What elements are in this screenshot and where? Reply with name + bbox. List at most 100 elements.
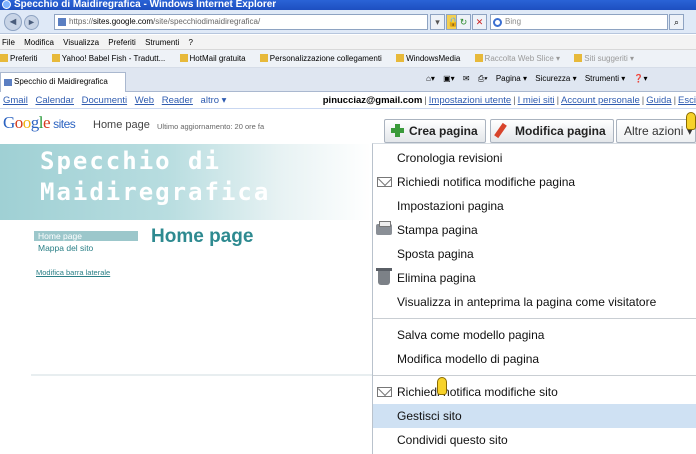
menu-sicurezza[interactable]: Sicurezza ▾ — [535, 74, 576, 83]
header-page-name: Home page — [93, 119, 150, 131]
page-icon — [4, 79, 12, 86]
favorites-item[interactable]: Raccolta Web Slice ▾ — [474, 50, 566, 67]
edit-sidebar-link[interactable]: Modifica barra laterale — [36, 268, 110, 277]
google-logo-text: Google — [3, 113, 51, 132]
sidebar-nav: Home page Mappa del sito — [34, 231, 138, 255]
page-icon — [58, 18, 66, 26]
plus-icon — [391, 124, 404, 137]
page-icon — [259, 54, 268, 62]
link-reader[interactable]: Reader — [162, 95, 193, 106]
address-bar[interactable]: https://sites.google.com/site/specchiodi… — [54, 14, 428, 30]
site-banner: Specchio di Maidiregrafica — [0, 144, 372, 220]
address-dropdown-button[interactable]: ▾ — [430, 14, 445, 30]
web-slice-icon — [474, 54, 483, 62]
menu-strumenti-cmd[interactable]: Strumenti ▾ — [585, 74, 625, 83]
link-web[interactable]: Web — [135, 95, 154, 106]
link-gmail[interactable]: Gmail — [3, 95, 28, 106]
menu-item-impostazioni-pagina[interactable]: Impostazioni pagina — [373, 194, 696, 218]
home-icon[interactable]: ⌂▾ — [426, 74, 435, 83]
google-bar: Gmail Calendar Documenti Web Reader altr… — [0, 93, 696, 109]
menu-separator — [373, 318, 696, 319]
ie-icon — [574, 54, 583, 62]
menu-item-anteprima[interactable]: Visualizza in anteprima la pagina come v… — [373, 290, 696, 314]
star-icon — [0, 54, 8, 62]
envelope-icon — [377, 177, 392, 187]
link-calendar[interactable]: Calendar — [35, 95, 74, 106]
link-documenti[interactable]: Documenti — [82, 95, 127, 106]
search-input[interactable]: Bing — [490, 14, 668, 30]
link-account-personale[interactable]: Account personale — [561, 95, 640, 106]
google-sites-logo[interactable]: Google sites — [3, 113, 76, 133]
menu-item-cronologia[interactable]: Cronologia revisioni — [373, 146, 696, 170]
yahoo-icon — [51, 54, 60, 62]
sidebar-item-mappa[interactable]: Mappa del sito — [34, 241, 138, 255]
favorites-item[interactable]: Personalizzazione collegamenti — [259, 50, 388, 67]
internet-explorer-icon — [2, 0, 11, 9]
user-email: pinucciaz@gmail.com — [322, 95, 423, 106]
favorites-item[interactable]: WindowsMedia — [396, 50, 466, 67]
create-page-button[interactable]: Crea pagina — [384, 119, 486, 143]
pencil-icon — [494, 122, 507, 139]
menu-help[interactable]: ? — [189, 38, 193, 47]
page-title: Home page — [151, 226, 254, 247]
last-updated: Ultimo aggiornamento: 20 ore fa — [157, 122, 265, 131]
menu-item-notifica-sito[interactable]: Richiedi notifica modifiche sito — [373, 380, 696, 404]
refresh-icon[interactable]: ↻ — [456, 14, 471, 30]
menu-pagina[interactable]: Pagina ▾ — [496, 74, 527, 83]
page-icon — [396, 54, 405, 62]
favorites-item[interactable]: Siti suggeriti ▾ — [574, 50, 640, 67]
menu-item-notifica-pagina[interactable]: Richiedi notifica modifiche pagina — [373, 170, 696, 194]
help-icon[interactable]: ❓▾ — [634, 74, 648, 83]
menu-bar: File Modifica Visualizza Preferiti Strum… — [0, 35, 696, 50]
menu-item-stampa[interactable]: Stampa pagina — [373, 218, 696, 242]
search-icon[interactable]: ⌕ — [669, 14, 684, 30]
link-altro[interactable]: altro ▾ — [201, 95, 227, 106]
feeds-icon[interactable]: ▣▾ — [443, 74, 455, 83]
mail-icon[interactable]: ✉ — [463, 74, 470, 83]
printer-icon — [376, 221, 392, 235]
envelope-icon — [377, 387, 392, 397]
forward-button[interactable]: ► — [24, 15, 39, 30]
banner-title-line2: Maidiregrafica — [40, 178, 271, 206]
menu-visualizza[interactable]: Visualizza — [63, 38, 99, 47]
link-esci[interactable]: Esci — [678, 95, 696, 106]
menu-separator — [373, 375, 696, 376]
menu-item-sposta[interactable]: Sposta pagina — [373, 242, 696, 266]
print-icon[interactable]: ⎙▾ — [478, 74, 488, 83]
divider — [31, 374, 373, 376]
window-title: Specchio di Maidiregrafica - Windows Int… — [14, 0, 277, 10]
sidebar-item-home[interactable]: Home page — [34, 231, 138, 241]
menu-item-modifica-modello[interactable]: Modifica modello di pagina — [373, 347, 696, 371]
address-row: ◄ ► https://sites.google.com/site/specch… — [0, 10, 696, 34]
bing-icon — [493, 18, 502, 27]
link-miei-siti[interactable]: I miei siti — [518, 95, 555, 106]
menu-strumenti[interactable]: Strumenti — [145, 38, 179, 47]
menu-file[interactable]: File — [2, 38, 15, 47]
favorites-button[interactable]: Preferiti — [0, 50, 44, 67]
favorites-item[interactable]: HotMail gratuita — [179, 50, 252, 67]
trash-icon — [376, 268, 392, 285]
edit-page-button[interactable]: Modifica pagina — [490, 119, 614, 143]
favorites-item[interactable]: Yahoo! Babel Fish - Tradutt... — [51, 50, 171, 67]
window-title-bar: Specchio di Maidiregrafica - Windows Int… — [0, 0, 696, 10]
menu-preferiti[interactable]: Preferiti — [108, 38, 136, 47]
hand-cursor-icon — [437, 377, 447, 395]
page-icon — [179, 54, 188, 62]
link-guida[interactable]: Guida — [646, 95, 671, 106]
banner-title-line1: Specchio di — [40, 147, 221, 175]
menu-item-gestisci-sito[interactable]: Gestisci sito — [373, 404, 696, 428]
menu-item-elimina[interactable]: Elimina pagina — [373, 266, 696, 290]
stop-icon[interactable]: ✕ — [472, 14, 487, 30]
menu-item-salva-modello[interactable]: Salva come modello pagina — [373, 323, 696, 347]
more-actions-button[interactable]: Altre azioni ▾ — [616, 119, 696, 143]
link-impostazioni-utente[interactable]: Impostazioni utente — [429, 95, 511, 106]
command-bar: ⌂▾ ▣▾ ✉ ⎙▾ Pagina ▾ Sicurezza ▾ Strument… — [426, 72, 654, 86]
favorites-bar: Preferiti Yahoo! Babel Fish - Tradutt...… — [0, 50, 696, 68]
more-actions-menu: Cronologia revisioni Richiedi notifica m… — [372, 143, 696, 454]
menu-modifica[interactable]: Modifica — [24, 38, 54, 47]
menu-item-condividi[interactable]: Condividi questo sito — [373, 428, 696, 452]
tab-row: Specchio di Maidiregrafica ⌂▾ ▣▾ ✉ ⎙▾ Pa… — [0, 68, 696, 92]
browser-tab[interactable]: Specchio di Maidiregrafica — [0, 72, 126, 92]
hand-cursor-icon — [686, 112, 696, 130]
back-button[interactable]: ◄ — [4, 13, 22, 31]
